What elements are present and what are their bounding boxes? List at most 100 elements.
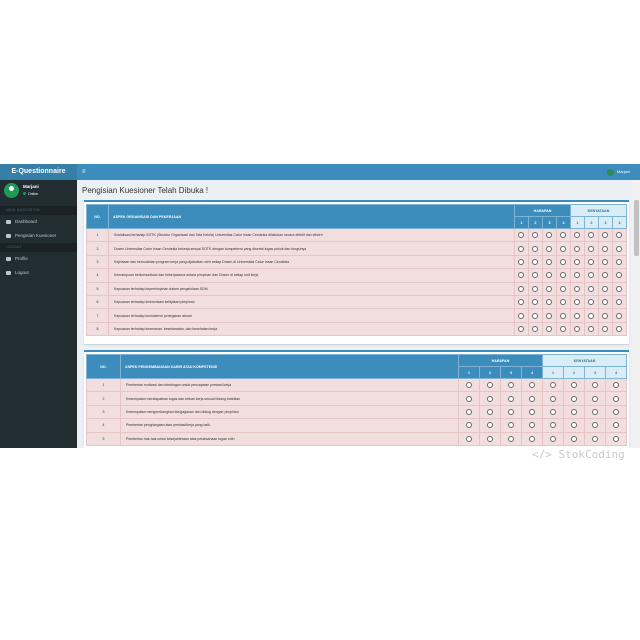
kenyataan-radio-4[interactable] bbox=[612, 422, 619, 429]
kenyataan-radio-2[interactable] bbox=[588, 232, 595, 239]
kenyataan-radio-4[interactable] bbox=[612, 435, 619, 442]
harapan-radio-3[interactable] bbox=[546, 272, 553, 279]
harapan-radio-4[interactable] bbox=[560, 285, 567, 292]
kenyataan-radio-1[interactable] bbox=[574, 312, 581, 319]
kenyataan-radio-3[interactable] bbox=[591, 395, 598, 402]
harapan-radio-1[interactable] bbox=[518, 272, 525, 279]
kenyataan-radio-4[interactable] bbox=[616, 272, 623, 279]
harapan-radio-3[interactable] bbox=[546, 299, 553, 306]
harapan-radio-1[interactable] bbox=[465, 408, 472, 415]
kenyataan-radio-1[interactable] bbox=[574, 299, 581, 306]
harapan-radio-4[interactable] bbox=[528, 435, 535, 442]
kenyataan-radio-3[interactable] bbox=[602, 272, 609, 279]
kenyataan-radio-2[interactable] bbox=[588, 258, 595, 265]
harapan-radio-2[interactable] bbox=[532, 285, 539, 292]
harapan-radio-2[interactable] bbox=[532, 325, 539, 332]
harapan-radio-4[interactable] bbox=[560, 325, 567, 332]
harapan-radio-4[interactable] bbox=[528, 422, 535, 429]
scrollbar[interactable] bbox=[632, 180, 640, 448]
navbar-user-menu[interactable]: Marjani bbox=[606, 164, 630, 180]
harapan-radio-3[interactable] bbox=[546, 258, 553, 265]
harapan-radio-4[interactable] bbox=[560, 258, 567, 265]
kenyataan-radio-4[interactable] bbox=[616, 312, 623, 319]
kenyataan-radio-1[interactable] bbox=[549, 435, 556, 442]
harapan-radio-4[interactable] bbox=[560, 299, 567, 306]
harapan-radio-2[interactable] bbox=[532, 258, 539, 265]
kenyataan-radio-4[interactable] bbox=[612, 408, 619, 415]
kenyataan-radio-2[interactable] bbox=[588, 272, 595, 279]
kenyataan-radio-2[interactable] bbox=[588, 299, 595, 306]
harapan-radio-3[interactable] bbox=[507, 382, 514, 389]
kenyataan-radio-1[interactable] bbox=[549, 395, 556, 402]
kenyataan-radio-3[interactable] bbox=[591, 435, 598, 442]
harapan-radio-2[interactable] bbox=[486, 422, 493, 429]
kenyataan-radio-2[interactable] bbox=[570, 408, 577, 415]
kenyataan-radio-4[interactable] bbox=[616, 325, 623, 332]
kenyataan-radio-4[interactable] bbox=[616, 299, 623, 306]
kenyataan-radio-2[interactable] bbox=[570, 422, 577, 429]
kenyataan-radio-3[interactable] bbox=[602, 312, 609, 319]
harapan-radio-2[interactable] bbox=[532, 232, 539, 239]
harapan-radio-3[interactable] bbox=[507, 395, 514, 402]
harapan-radio-1[interactable] bbox=[518, 232, 525, 239]
harapan-radio-2[interactable] bbox=[532, 299, 539, 306]
harapan-radio-1[interactable] bbox=[518, 258, 525, 265]
kenyataan-radio-3[interactable] bbox=[602, 258, 609, 265]
harapan-radio-2[interactable] bbox=[532, 245, 539, 252]
harapan-radio-4[interactable] bbox=[560, 232, 567, 239]
kenyataan-radio-3[interactable] bbox=[602, 285, 609, 292]
sidebar-item-dashboard[interactable]: Dashboard bbox=[0, 215, 77, 229]
kenyataan-radio-2[interactable] bbox=[570, 382, 577, 389]
kenyataan-radio-3[interactable] bbox=[591, 382, 598, 389]
kenyataan-radio-3[interactable] bbox=[591, 408, 598, 415]
harapan-radio-4[interactable] bbox=[528, 395, 535, 402]
harapan-radio-3[interactable] bbox=[507, 435, 514, 442]
harapan-radio-3[interactable] bbox=[546, 325, 553, 332]
kenyataan-radio-2[interactable] bbox=[570, 435, 577, 442]
scrollbar-thumb[interactable] bbox=[634, 200, 639, 256]
kenyataan-radio-1[interactable] bbox=[574, 258, 581, 265]
harapan-radio-2[interactable] bbox=[486, 382, 493, 389]
kenyataan-radio-1[interactable] bbox=[549, 408, 556, 415]
kenyataan-radio-1[interactable] bbox=[549, 382, 556, 389]
kenyataan-radio-2[interactable] bbox=[588, 325, 595, 332]
harapan-radio-3[interactable] bbox=[546, 232, 553, 239]
harapan-radio-3[interactable] bbox=[507, 408, 514, 415]
harapan-radio-1[interactable] bbox=[465, 382, 472, 389]
harapan-radio-3[interactable] bbox=[546, 245, 553, 252]
kenyataan-radio-3[interactable] bbox=[602, 245, 609, 252]
harapan-radio-1[interactable] bbox=[518, 245, 525, 252]
sidebar-item-profile[interactable]: Profile bbox=[0, 252, 77, 266]
kenyataan-radio-4[interactable] bbox=[612, 395, 619, 402]
harapan-radio-2[interactable] bbox=[486, 395, 493, 402]
kenyataan-radio-1[interactable] bbox=[574, 285, 581, 292]
kenyataan-radio-3[interactable] bbox=[591, 422, 598, 429]
kenyataan-radio-3[interactable] bbox=[602, 325, 609, 332]
harapan-radio-4[interactable] bbox=[560, 272, 567, 279]
harapan-radio-1[interactable] bbox=[518, 299, 525, 306]
harapan-radio-2[interactable] bbox=[486, 408, 493, 415]
harapan-radio-4[interactable] bbox=[560, 312, 567, 319]
menu-toggle-icon[interactable]: ≡ bbox=[82, 164, 86, 180]
harapan-radio-3[interactable] bbox=[507, 422, 514, 429]
harapan-radio-1[interactable] bbox=[465, 422, 472, 429]
kenyataan-radio-1[interactable] bbox=[574, 232, 581, 239]
kenyataan-radio-1[interactable] bbox=[574, 245, 581, 252]
harapan-radio-4[interactable] bbox=[528, 408, 535, 415]
kenyataan-radio-1[interactable] bbox=[574, 325, 581, 332]
harapan-radio-1[interactable] bbox=[518, 312, 525, 319]
harapan-radio-4[interactable] bbox=[560, 245, 567, 252]
kenyataan-radio-3[interactable] bbox=[602, 299, 609, 306]
harapan-radio-1[interactable] bbox=[465, 395, 472, 402]
harapan-radio-2[interactable] bbox=[532, 312, 539, 319]
kenyataan-radio-1[interactable] bbox=[549, 422, 556, 429]
harapan-radio-3[interactable] bbox=[546, 285, 553, 292]
kenyataan-radio-4[interactable] bbox=[616, 258, 623, 265]
harapan-radio-4[interactable] bbox=[528, 382, 535, 389]
sidebar-item-logout[interactable]: Logout bbox=[0, 266, 77, 280]
harapan-radio-1[interactable] bbox=[465, 435, 472, 442]
kenyataan-radio-1[interactable] bbox=[574, 272, 581, 279]
harapan-radio-1[interactable] bbox=[518, 285, 525, 292]
kenyataan-radio-2[interactable] bbox=[588, 312, 595, 319]
kenyataan-radio-4[interactable] bbox=[612, 382, 619, 389]
